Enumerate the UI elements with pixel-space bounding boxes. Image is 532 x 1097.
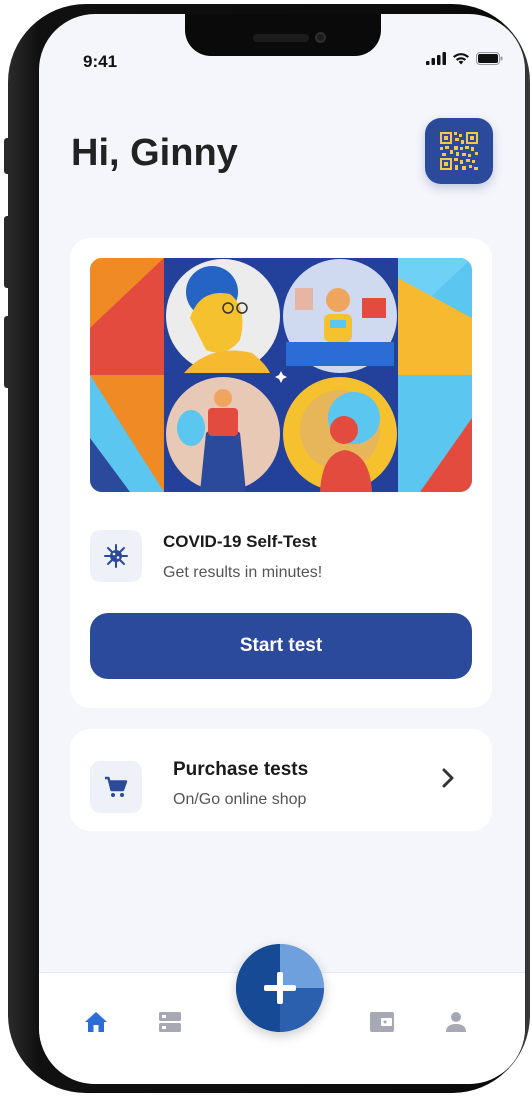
cart-icon (105, 776, 128, 797)
home-icon (85, 1012, 107, 1032)
greeting-title: Hi, Ginny (71, 132, 238, 174)
status-time: 9:41 (83, 52, 118, 71)
camera (315, 32, 326, 43)
qr-code-button[interactable] (425, 118, 493, 184)
purchase-title: Purchase tests (173, 759, 309, 780)
virus-icon (104, 544, 128, 568)
add-button[interactable] (236, 944, 324, 1032)
tab-home[interactable] (81, 1007, 111, 1037)
status-icons (426, 52, 503, 65)
cellular-signal-icon (426, 52, 446, 65)
tab-list[interactable] (155, 1007, 185, 1037)
test-subtitle: Get results in minutes! (163, 564, 323, 581)
self-test-card: COVID-19 Self-Test Get results in minute… (70, 238, 492, 708)
tab-wallet[interactable] (367, 1007, 397, 1037)
wallet-icon (370, 1012, 394, 1032)
notch (185, 14, 381, 56)
add-icon (236, 944, 324, 1032)
qr-code-icon (440, 132, 478, 170)
app-screen: 9:41 Hi, Ginny COVID-19 Self-Test Get re… (39, 14, 525, 1084)
purchase-tests-card[interactable]: Purchase tests On/Go online shop (70, 729, 492, 831)
purchase-subtitle: On/Go online shop (173, 791, 307, 808)
illustration-image (90, 258, 472, 492)
test-title: COVID-19 Self-Test (163, 532, 317, 551)
list-icon (159, 1012, 181, 1032)
phone-frame: 9:41 Hi, Ginny COVID-19 Self-Test Get re… (8, 4, 530, 1093)
speaker (253, 34, 309, 42)
battery-icon (476, 52, 503, 65)
banner-illustration (90, 258, 472, 492)
cart-icon-box (90, 761, 142, 813)
wifi-icon (453, 53, 469, 65)
test-icon-box (90, 530, 142, 582)
tab-profile[interactable] (441, 1007, 471, 1037)
start-test-button[interactable]: Start test (90, 613, 472, 679)
profile-icon (446, 1012, 466, 1032)
chevron-right-icon (442, 768, 454, 788)
